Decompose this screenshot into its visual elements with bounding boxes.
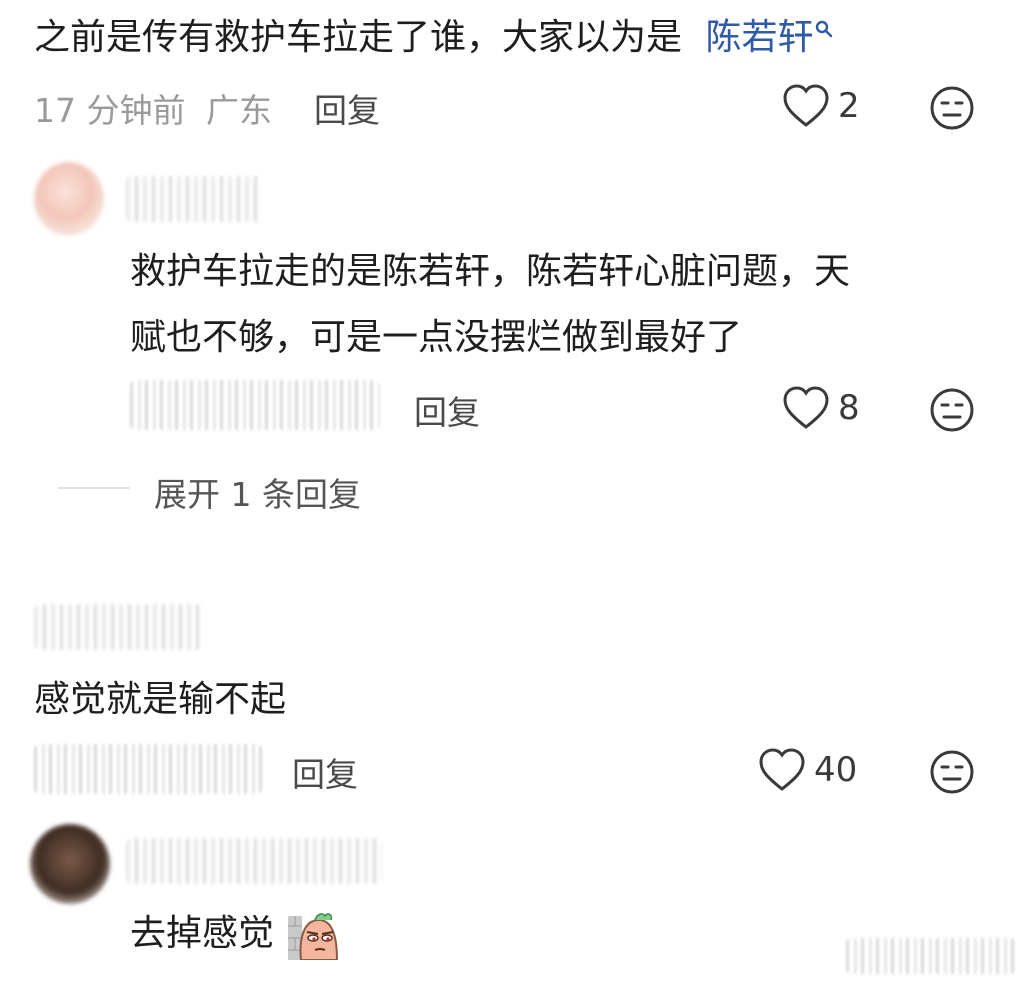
avatar[interactable] [30, 824, 110, 904]
sticker-emoji-icon [287, 910, 339, 961]
comment-2-text-line-1: 救护车拉走的是陈若轩，陈若轩心脏问题，天 [130, 251, 851, 292]
comment-3-like-button[interactable]: 40 [758, 748, 857, 792]
comment-1-location: 广东 [205, 91, 272, 130]
expand-replies-button[interactable]: 展开 1 条回复 [154, 468, 361, 516]
heart-icon [783, 386, 829, 429]
comment-1-dislike-button[interactable] [928, 84, 976, 136]
comment-1-like-count: 2 [838, 86, 860, 126]
username-redacted[interactable] [126, 838, 382, 884]
comment-3-like-count: 40 [814, 750, 858, 790]
comment-3-reply-button[interactable]: 回复 [292, 748, 358, 796]
comment-3-dislike-button[interactable] [928, 748, 976, 800]
avatar[interactable] [34, 162, 104, 236]
comment-2-reply-button[interactable]: 回复 [414, 386, 480, 434]
meh-face-icon [930, 750, 974, 794]
meh-face-icon [930, 388, 974, 432]
comment-1-time: 17 分钟前 [34, 91, 186, 130]
meta-redacted [846, 938, 1016, 974]
comment-4-text: 去掉感觉 [130, 910, 339, 961]
comment-2-text-line-2: 赋也不够，可是一点没摆烂做到最好了 [130, 317, 743, 358]
comment-3-text: 感觉就是输不起 [34, 679, 287, 720]
search-link-chen-ruoxuan[interactable]: 陈若轩 [705, 17, 833, 58]
meta-redacted [34, 744, 262, 794]
comment-1-like-button[interactable]: 2 [782, 84, 860, 128]
comment-1-text: 之前是传有救护车拉走了谁，大家以为是 陈若轩 [34, 14, 833, 62]
username-redacted[interactable] [126, 176, 262, 222]
comment-2-like-button[interactable]: 8 [782, 386, 860, 430]
heart-icon [759, 748, 805, 791]
search-icon [816, 20, 833, 38]
comment-1-reply-button[interactable]: 回复 [314, 84, 380, 132]
meta-redacted [130, 380, 380, 430]
comment-2-like-count: 8 [838, 388, 860, 428]
username-redacted[interactable] [34, 604, 202, 650]
expand-divider [58, 487, 130, 489]
meh-face-icon [930, 86, 974, 130]
comment-2-dislike-button[interactable] [928, 386, 976, 438]
heart-icon [783, 84, 829, 127]
comment-1-meta: 17 分钟前 广东 [34, 84, 272, 132]
